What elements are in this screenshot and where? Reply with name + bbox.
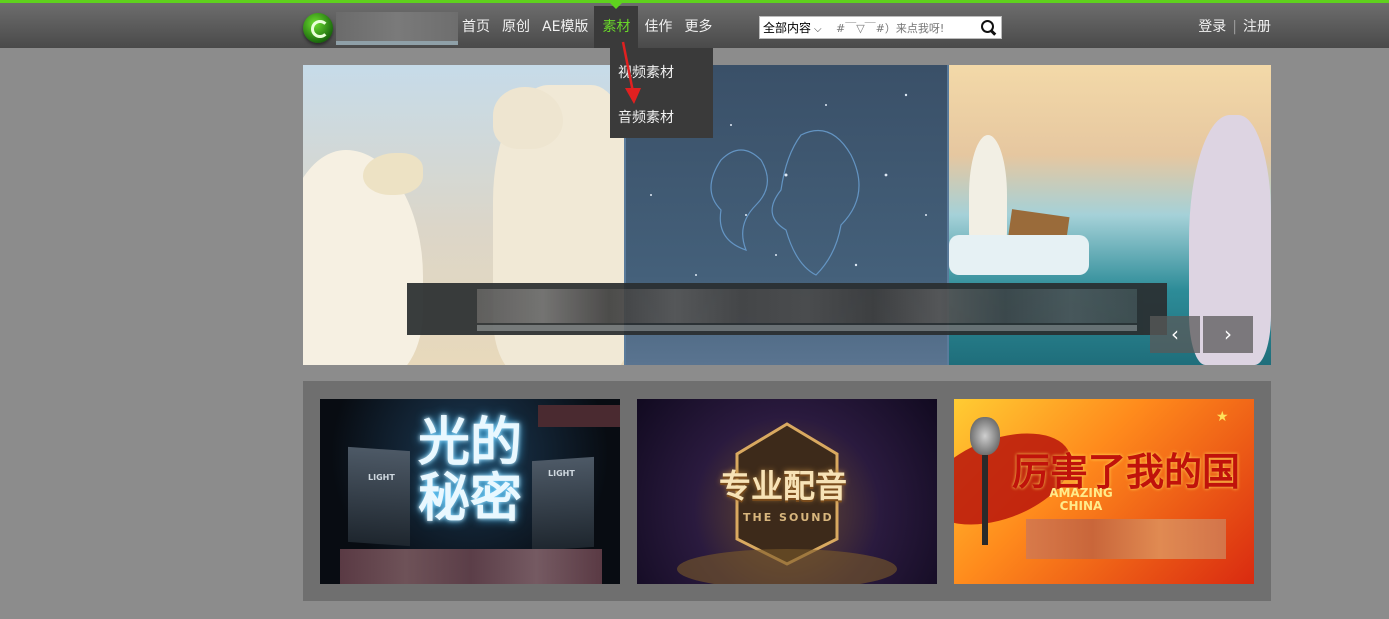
auth-separator: | [1232,19,1237,35]
banner-carousel[interactable]: ‹ › [303,65,1271,365]
card-caption-blurred [1026,519,1226,559]
nav-original[interactable]: 原创 [496,6,536,48]
caption-text-blurred [477,289,1137,323]
banner-caption [407,283,1167,335]
card-title: 光的秘密 [418,413,523,529]
ice-floe-image [949,235,1089,275]
login-link[interactable]: 登录 [1198,6,1226,48]
banner-next-button[interactable]: › [1203,316,1253,353]
card-subtitle: THE SOUND [743,511,834,524]
poster-badge-left: LIGHT [368,473,395,482]
top-navigation-bar: 首页 原创 AE模版 素材 佳作 更多 全部内容⌵ 登录 | 注册 [0,0,1389,48]
search-input[interactable] [836,19,976,37]
banner-prev-button[interactable]: ‹ [1150,316,1200,353]
card-light-secret[interactable]: LIGHT LIGHT 光的秘密 [320,399,620,584]
microphone-icon [970,417,1000,455]
microphone-stand-icon [982,455,988,545]
poster-badge-right: LIGHT [548,469,575,478]
site-logo-icon[interactable] [303,13,333,43]
card-subtitle: AMAZING CHINA [1049,486,1113,513]
site-name-blurred [336,12,458,45]
polar-bear-head-image [363,153,423,195]
auth-links: 登录 | 注册 [1198,6,1271,48]
star-icon: ★ [1216,409,1229,425]
main-nav: 首页 原创 AE模版 素材 佳作 更多 [456,3,718,51]
nav-home[interactable]: 首页 [456,6,496,48]
nav-materials[interactable]: 素材 [594,3,639,48]
nav-works[interactable]: 佳作 [638,6,678,48]
register-link[interactable]: 注册 [1243,6,1271,48]
search-icon[interactable] [978,18,998,38]
blurred-tag [538,405,620,427]
dropdown-item-audio-materials[interactable]: 音频素材 [618,107,674,127]
card-pro-voice[interactable]: 专业配音 THE SOUND [637,399,937,584]
nav-ae-templates[interactable]: AE模版 [536,6,594,48]
dropdown-item-video-materials[interactable]: 视频素材 [618,62,674,82]
card-caption-blurred [340,549,602,584]
chevron-down-icon: ⌵ [814,24,822,35]
featured-cards: LIGHT LIGHT 光的秘密 专业配音 THE SOUND ★ 厉害了我的国… [303,381,1271,601]
materials-dropdown: 视频素材 音频素材 [610,48,713,138]
nav-more[interactable]: 更多 [678,6,718,48]
card-amazing-china[interactable]: ★ 厉害了我的国 AMAZING CHINA [954,399,1254,584]
search-scope-select[interactable]: 全部内容 ⌵ [763,19,822,37]
poster-left-image [348,446,410,547]
search-box: 全部内容 ⌵ [759,16,1002,39]
caption-line-blurred [477,325,1137,331]
search-scope-label: 全部内容 [763,21,812,35]
card-title: 专业配音 [719,467,848,505]
